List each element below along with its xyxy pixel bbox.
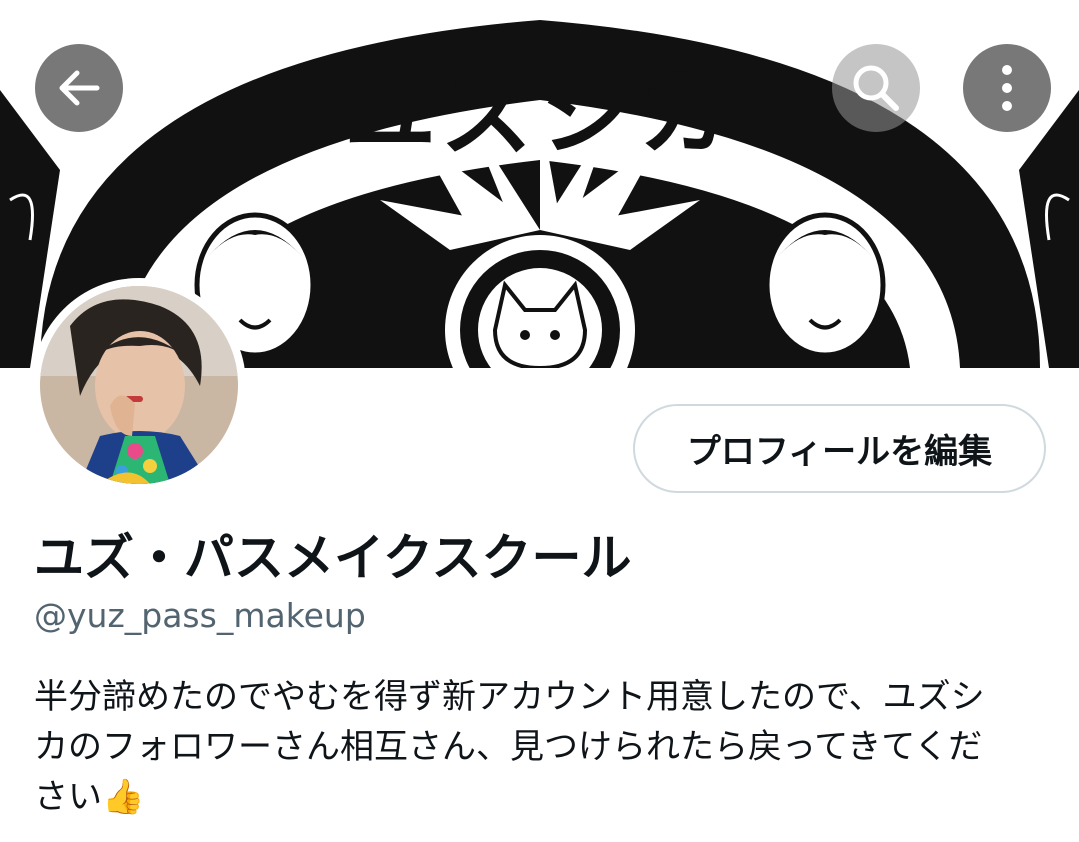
profile-bio: 半分諦めたのでやむを得ず新アカウント用意したので、ユズシ カのフォロワーさん相互…	[34, 672, 1054, 822]
bio-line: 半分諦めたのでやむを得ず新アカウント用意したので、ユズシ	[34, 677, 985, 717]
arrow-left-icon	[59, 70, 100, 106]
more-options-button[interactable]	[963, 44, 1051, 132]
back-button[interactable]	[35, 44, 123, 132]
display-name: ユズ・パスメイクスクール	[34, 529, 632, 587]
avatar[interactable]	[32, 278, 246, 492]
banner-title: ユズシカ	[343, 60, 736, 168]
avatar-photo	[40, 286, 238, 484]
bio-line-last: さい👍	[34, 772, 1054, 822]
edit-profile-button[interactable]: プロフィールを編集	[633, 404, 1046, 493]
thumbs-up-icon: 👍	[102, 777, 145, 817]
user-handle: @yuz_pass_makeup	[34, 596, 366, 635]
search-icon	[853, 65, 899, 111]
bio-line: カのフォロワーさん相互さん、見つけられたら戻ってきてくだ	[34, 727, 983, 767]
bio-line-text: さい	[34, 777, 102, 817]
search-button[interactable]	[832, 44, 920, 132]
more-vertical-icon	[1002, 65, 1012, 111]
